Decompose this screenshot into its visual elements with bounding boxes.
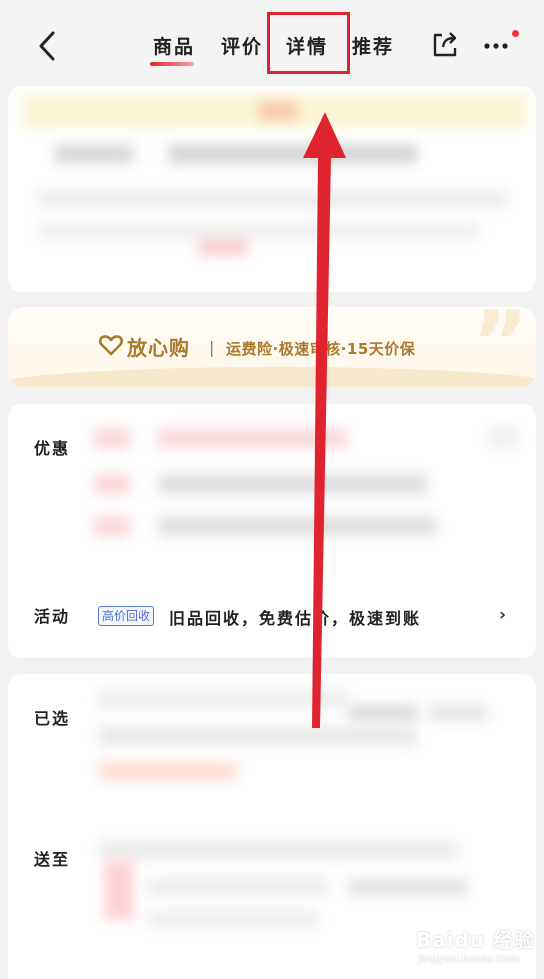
watermark-url: jingyan.baidu.com [418,952,520,965]
product-info-card [8,86,536,292]
delivery-label: 送至 [34,850,71,869]
assurance-separator: | [209,338,215,357]
banner-wave-decoration [8,367,536,387]
blurred-line [348,878,468,896]
blurred-line [158,516,438,536]
tab-reviews[interactable]: 评价 [221,32,263,59]
activity-text[interactable]: 旧品回收，免费估价，极速到账 [169,605,421,629]
blurred-line [98,690,348,708]
blurred-line [158,428,348,448]
notification-dot [512,30,519,37]
blurred-line [428,704,488,722]
blurred-line [104,860,134,920]
assurance-description: 运费险·极速审核·15天价保 [226,340,416,358]
back-arrow-icon[interactable] [34,28,62,64]
blurred-line [198,238,248,256]
blurred-line [38,222,478,240]
promo-label: 优惠 [34,439,71,458]
blurred-line [168,144,418,164]
heart-icon [98,335,124,356]
blurred-line [488,428,518,448]
assurance-title: 放心购 [127,336,190,360]
tab-recommend[interactable]: 推荐 [352,32,394,59]
blurred-coupon-tag [94,474,130,494]
blurred-line [38,190,508,208]
active-tab-indicator [150,62,194,66]
blurred-price-accent [258,102,298,120]
blurred-line [98,726,418,746]
selected-label: 已选 [34,709,71,728]
tab-highlight-annotation [267,12,350,74]
tab-product[interactable]: 商品 [153,32,195,59]
blurred-line [98,762,238,780]
blurred-line [148,878,328,896]
recycle-badge: 高价回收 [98,606,155,626]
watermark-logo: Baidu 经验 [416,928,536,952]
blurred-line [98,840,458,860]
blurred-coupon-tag [94,516,130,536]
blurred-line [54,144,134,164]
blurred-line [148,910,318,928]
blurred-coupon-tag [94,428,130,448]
quote-decoration: ” [472,293,529,393]
activity-label: 活动 [34,607,71,626]
blurred-line [348,704,418,722]
blurred-line [158,474,428,494]
more-icon[interactable] [482,34,516,54]
share-icon[interactable] [430,30,460,60]
chevron-right-icon[interactable]: › [499,605,506,625]
